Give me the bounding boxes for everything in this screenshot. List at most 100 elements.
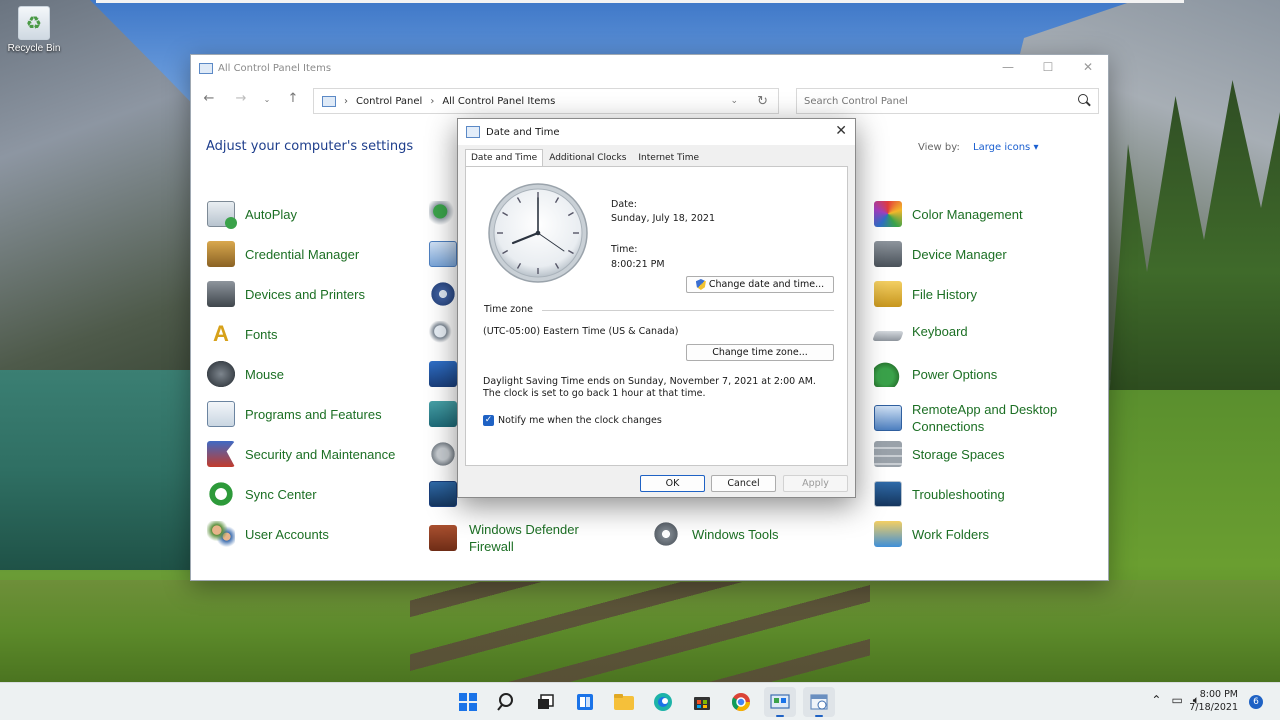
item-keyboard[interactable]: Keyboard bbox=[872, 321, 968, 341]
date-time-icon bbox=[810, 694, 828, 710]
change-timezone-button[interactable]: Change time zone... bbox=[686, 344, 834, 361]
item-power-options[interactable]: Power Options bbox=[874, 361, 997, 387]
item-color-management[interactable]: Color Management bbox=[874, 201, 1023, 227]
item-fonts[interactable]: A Fonts bbox=[207, 321, 277, 347]
taskbar-clock[interactable]: 8:00 PM 7/18/2021 bbox=[1189, 688, 1238, 714]
item-file-history[interactable]: File History bbox=[874, 281, 977, 307]
forward-arrow-icon[interactable]: → bbox=[231, 91, 251, 106]
uac-shield-icon bbox=[695, 279, 706, 290]
item-remoteapp[interactable]: RemoteApp and Desktop Connections bbox=[874, 401, 1082, 435]
remote-desktop-icon bbox=[874, 405, 902, 431]
date-value: Sunday, July 18, 2021 bbox=[611, 213, 715, 224]
item-label: Credential Manager bbox=[245, 246, 360, 262]
minimize-button[interactable]: — bbox=[988, 55, 1028, 79]
widgets-button[interactable] bbox=[569, 687, 601, 717]
view-by-dropdown[interactable]: Large icons ▾ bbox=[973, 142, 1038, 153]
file-explorer-button[interactable] bbox=[608, 687, 640, 717]
address-dropdown-icon[interactable]: ⌄ bbox=[730, 96, 738, 106]
ok-button[interactable]: OK bbox=[640, 475, 705, 492]
device-manager-icon bbox=[874, 241, 902, 267]
notify-checkbox-label: Notify me when the clock changes bbox=[498, 415, 662, 426]
keyboard-icon bbox=[872, 331, 904, 341]
item-troubleshooting[interactable]: Troubleshooting bbox=[874, 481, 1005, 507]
breadcrumb-control-panel[interactable]: Control Panel bbox=[356, 96, 422, 107]
item-device-manager[interactable]: Device Manager bbox=[874, 241, 1007, 267]
windows-tools-icon bbox=[652, 521, 680, 547]
cancel-button[interactable]: Cancel bbox=[711, 475, 776, 492]
backup-restore-icon bbox=[429, 201, 457, 227]
flag-icon bbox=[207, 441, 235, 467]
date-time-icon bbox=[429, 241, 457, 267]
control-panel-taskbar-button[interactable] bbox=[764, 687, 796, 717]
page-title: Adjust your computer's settings bbox=[206, 139, 414, 154]
apply-button[interactable]: Apply bbox=[783, 475, 848, 492]
edge-button[interactable] bbox=[647, 687, 679, 717]
item-programs-and-features[interactable]: Programs and Features bbox=[207, 401, 382, 427]
refresh-icon[interactable]: ↻ bbox=[757, 94, 768, 109]
store-button[interactable] bbox=[686, 687, 718, 717]
time-value: 8:00:21 PM bbox=[611, 259, 665, 270]
chrome-icon bbox=[731, 693, 750, 712]
tab-additional-clocks[interactable]: Additional Clocks bbox=[543, 149, 632, 167]
autoplay-icon bbox=[207, 201, 237, 229]
recycle-bin-shortcut[interactable]: ♻ Recycle Bin bbox=[4, 6, 64, 54]
item-label: Windows Defender Firewall bbox=[469, 522, 579, 554]
checkbox-checked-icon[interactable]: ✓ bbox=[483, 415, 494, 426]
time-label: Time: bbox=[611, 244, 638, 255]
item-mouse[interactable]: Mouse bbox=[207, 361, 284, 387]
troubleshooting-icon bbox=[874, 481, 902, 507]
search-placeholder: Search Control Panel bbox=[804, 95, 908, 107]
notify-checkbox[interactable]: ✓ Notify me when the clock changes bbox=[483, 415, 662, 426]
change-date-time-label: Change date and time... bbox=[708, 279, 825, 290]
item-autoplay[interactable]: AutoPlay bbox=[207, 201, 297, 229]
notification-badge[interactable]: 6 bbox=[1249, 695, 1263, 709]
item-label: Color Management bbox=[912, 206, 1023, 222]
search-button[interactable] bbox=[491, 687, 523, 717]
dst-notice: Daylight Saving Time ends on Sunday, Nov… bbox=[483, 376, 816, 399]
sync-icon bbox=[207, 481, 235, 507]
item-devices-and-printers[interactable]: Devices and Printers bbox=[207, 281, 365, 307]
programs-icon bbox=[207, 401, 235, 427]
search-input[interactable]: Search Control Panel bbox=[796, 88, 1099, 114]
item-storage-spaces[interactable]: Storage Spaces bbox=[874, 441, 1005, 467]
dialog-close-icon[interactable]: ✕ bbox=[835, 123, 847, 139]
search-icon bbox=[1078, 94, 1088, 104]
timezone-value: (UTC-05:00) Eastern Time (US & Canada) bbox=[483, 326, 679, 337]
store-icon bbox=[694, 697, 710, 710]
item-windows-tools[interactable]: Windows Tools bbox=[652, 521, 778, 547]
item-security-and-maintenance[interactable]: Security and Maintenance bbox=[207, 441, 395, 467]
task-view-button[interactable] bbox=[530, 687, 562, 717]
control-panel-titlebar[interactable]: All Control Panel Items bbox=[191, 55, 1108, 81]
item-work-folders[interactable]: Work Folders bbox=[874, 521, 989, 547]
up-arrow-icon[interactable]: ↑ bbox=[283, 91, 303, 106]
item-credential-manager[interactable]: Credential Manager bbox=[207, 241, 359, 267]
item-user-accounts[interactable]: User Accounts bbox=[207, 521, 329, 547]
back-arrow-icon[interactable]: ← bbox=[199, 91, 219, 106]
analog-clock-face-icon bbox=[488, 183, 588, 283]
dialog-titlebar[interactable]: Date and Time bbox=[458, 119, 855, 145]
item-label: Mouse bbox=[245, 366, 285, 382]
control-panel-icon bbox=[770, 694, 790, 709]
change-date-time-button[interactable]: Change date and time... bbox=[686, 276, 834, 293]
show-hidden-icons-chevron-icon[interactable]: ⌃ bbox=[1151, 693, 1161, 708]
view-by: View by: Large icons ▾ bbox=[918, 142, 1038, 153]
item-sync-center[interactable]: Sync Center bbox=[207, 481, 317, 507]
network-icon[interactable]: ▭ bbox=[1171, 693, 1182, 708]
date-label: Date: bbox=[611, 199, 637, 210]
item-windows-defender-firewall[interactable]: Windows Defender Firewall bbox=[429, 521, 599, 555]
item-label: File History bbox=[912, 286, 978, 302]
chrome-button[interactable] bbox=[725, 687, 757, 717]
address-bar[interactable]: › Control Panel › All Control Panel Item… bbox=[313, 88, 779, 114]
ease-of-access-icon bbox=[429, 281, 457, 307]
start-button[interactable] bbox=[452, 687, 484, 717]
date-time-taskbar-button[interactable] bbox=[803, 687, 835, 717]
breadcrumb-all-items[interactable]: All Control Panel Items bbox=[442, 96, 555, 107]
maximize-button[interactable]: ☐ bbox=[1028, 55, 1068, 79]
recent-locations-chevron-icon[interactable]: ⌄ bbox=[257, 95, 277, 104]
color-management-icon bbox=[874, 201, 902, 227]
storage-icon bbox=[874, 441, 902, 467]
close-button[interactable]: ✕ bbox=[1068, 55, 1108, 79]
item-label: Programs and Features bbox=[245, 406, 382, 422]
tab-internet-time[interactable]: Internet Time bbox=[632, 149, 705, 167]
search-icon bbox=[497, 693, 513, 711]
